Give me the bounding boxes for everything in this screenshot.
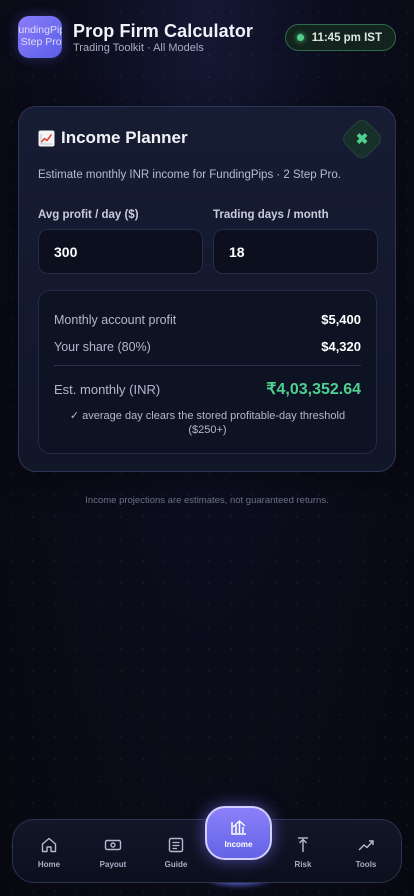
logo-line-2: 2 Step Pro — [18, 36, 62, 48]
app-header: FundingPips 2 Step Pro Prop Firm Calcula… — [18, 16, 396, 60]
results-panel: Monthly account profit $5,400 Your share… — [38, 290, 377, 454]
avg-profit-label: Avg profit / day ($) — [38, 209, 139, 221]
status-dot-icon — [296, 34, 304, 41]
nav-item-guide[interactable]: Guide — [151, 820, 201, 884]
share-row: Your share (80%) $4,320 — [54, 339, 361, 354]
card-description: Estimate monthly INR income for FundingP… — [38, 169, 341, 181]
nav-label-payout: Payout — [99, 859, 127, 869]
close-button[interactable]: ✖ — [340, 117, 384, 161]
avg-profit-input[interactable]: 300 — [38, 229, 203, 274]
document-icon — [168, 837, 184, 852]
disclaimer-text: Income projections are estimates, not gu… — [85, 495, 329, 506]
monthly-profit-row: Monthly account profit $5,400 — [54, 312, 361, 327]
close-icon: ✖ — [355, 131, 369, 148]
nav-item-tools[interactable]: Tools — [341, 820, 391, 884]
monthly-profit-value: $5,400 — [321, 312, 361, 327]
monthly-profit-label: Monthly account profit — [54, 312, 177, 327]
nav-label-risk: Risk — [294, 859, 312, 869]
trading-days-label: Trading days / month — [213, 209, 329, 221]
est-monthly-label: Est. monthly (INR) — [54, 381, 161, 397]
est-monthly-value: ₹4,03,352.64 — [266, 381, 361, 398]
time-badge: 11:45 pm IST — [284, 24, 396, 51]
trend-icon — [358, 839, 374, 850]
results-divider — [54, 365, 361, 366]
home-icon — [41, 837, 57, 852]
est-monthly-row: Est. monthly (INR) ₹4,03,352.64 — [54, 379, 361, 399]
app-subtitle: Trading Toolkit · All Models — [73, 42, 204, 54]
nav-item-risk[interactable]: Risk — [278, 820, 328, 884]
chart-increasing-icon — [38, 130, 55, 146]
card-title: Income Planner — [38, 128, 188, 148]
nav-item-home[interactable]: Home — [24, 820, 74, 884]
app-title: Prop Firm Calculator — [73, 21, 254, 41]
share-label: Your share (80%) — [54, 339, 151, 354]
cash-icon — [104, 839, 122, 850]
nav-item-payout[interactable]: Payout — [88, 820, 138, 884]
arrow-up-icon — [298, 836, 308, 852]
nav-label-home: Home — [37, 859, 61, 869]
nav-label-guide: Guide — [164, 859, 188, 869]
nav-item-income[interactable]: Income — [205, 806, 272, 860]
income-planner-card: Income Planner ✖ Estimate monthly INR in… — [18, 106, 396, 472]
threshold-note: ✓ average day clears the stored profitab… — [69, 410, 346, 436]
card-title-text: Income Planner — [61, 128, 188, 147]
time-text: 11:45 pm IST — [311, 31, 382, 44]
trading-days-input[interactable]: 18 — [213, 229, 378, 274]
nav-label-tools: Tools — [355, 859, 377, 869]
nav-label-income: Income — [224, 839, 253, 849]
app-logo: FundingPips 2 Step Pro — [18, 16, 62, 58]
share-value: $4,320 — [321, 339, 361, 354]
logo-line-1: FundingPips — [18, 24, 62, 36]
bank-icon — [230, 819, 246, 835]
